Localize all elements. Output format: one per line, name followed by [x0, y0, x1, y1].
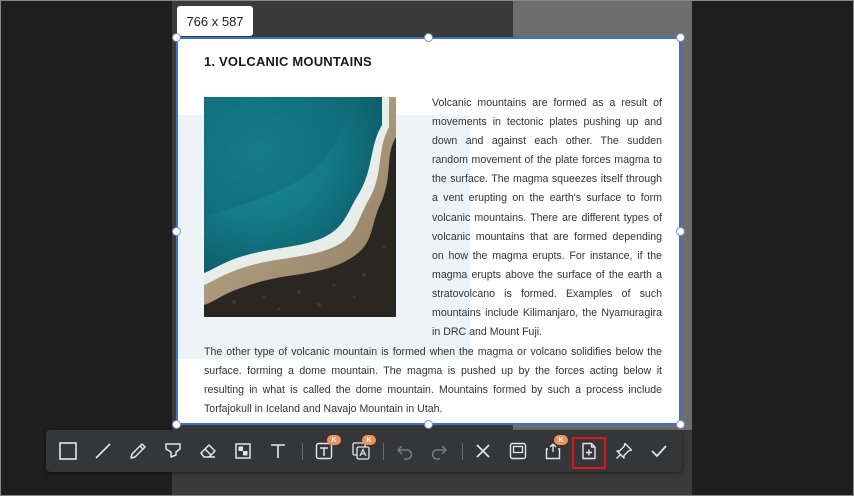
resize-handle-top-right[interactable] [676, 33, 685, 42]
resize-handle-left[interactable] [172, 227, 181, 236]
ocr-premium-badge: K [327, 435, 341, 445]
text-icon [271, 444, 285, 458]
check-icon [651, 445, 667, 458]
landscape-photo [204, 97, 396, 317]
mosaic-icon [235, 443, 251, 459]
line-icon [95, 443, 111, 459]
save-button[interactable] [503, 436, 533, 466]
eraser-tool-button[interactable] [193, 436, 223, 466]
capture-selection[interactable]: 1. VOLCANIC MOUNTAINS Volcanic mountains… [176, 37, 681, 425]
resize-handle-bottom-right[interactable] [676, 420, 685, 429]
rectangle-tool-button[interactable] [53, 436, 83, 466]
undo-button[interactable] [390, 436, 420, 466]
workspace-left-backdrop [0, 0, 172, 496]
mosaic-tool-button[interactable] [228, 436, 258, 466]
insert-page-highlight [572, 437, 606, 469]
resize-handle-bottom-left[interactable] [172, 420, 181, 429]
resize-handle-top[interactable] [424, 33, 433, 42]
close-button[interactable] [468, 436, 498, 466]
close-icon [476, 444, 490, 458]
toolbar-separator [302, 443, 303, 460]
side-paragraph: Volcanic mountains are formed as a resul… [432, 97, 662, 339]
redo-button[interactable] [424, 436, 454, 466]
workspace-far-right-backdrop [692, 0, 854, 496]
toolbar-separator [462, 443, 463, 460]
pencil-icon [130, 443, 146, 459]
selection-size-label: 766 x 587 [177, 6, 253, 36]
highlighter-tool-button[interactable] [158, 436, 188, 466]
square-icon [59, 442, 77, 460]
pencil-tool-button[interactable] [123, 436, 153, 466]
resize-handle-top-left[interactable] [172, 33, 181, 42]
document-title: 1. VOLCANIC MOUNTAINS [204, 54, 372, 69]
highlighter-icon [165, 443, 181, 458]
bottom-paragraph: The other type of volcanic mountain is f… [204, 346, 662, 416]
translate-premium-badge: K [362, 435, 376, 445]
text-tool-button[interactable] [263, 436, 293, 466]
confirm-button[interactable] [644, 436, 674, 466]
resize-handle-bottom[interactable] [424, 420, 433, 429]
save-icon [509, 442, 527, 460]
eraser-icon [200, 444, 216, 458]
pin-button[interactable] [609, 436, 639, 466]
export-premium-badge: K [554, 435, 568, 445]
pin-icon [616, 442, 633, 459]
undo-icon [396, 445, 413, 460]
redo-icon [431, 445, 448, 460]
toolbar-separator [383, 443, 384, 460]
resize-handle-right[interactable] [676, 227, 685, 236]
line-tool-button[interactable] [88, 436, 118, 466]
